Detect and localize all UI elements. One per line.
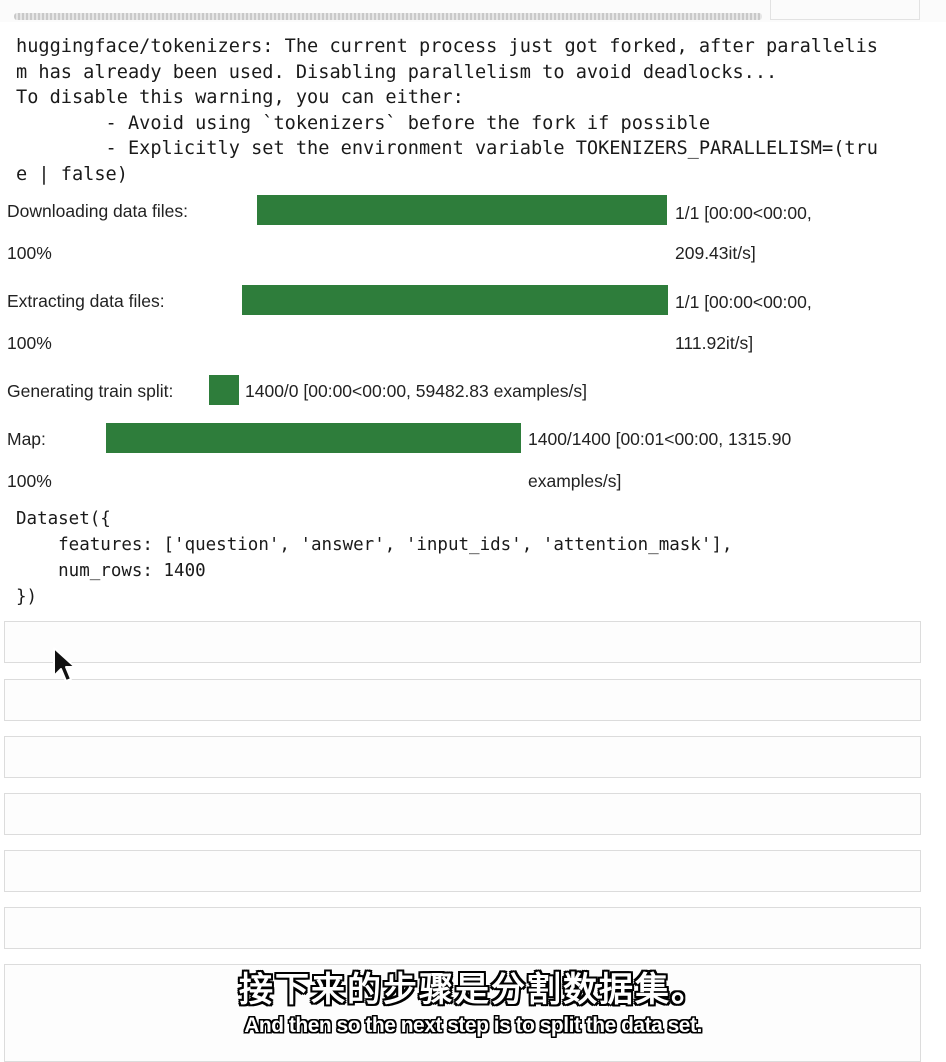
progress-percent: 100%: [7, 243, 52, 263]
progress-label: Downloading data files:: [7, 201, 188, 221]
empty-code-cell[interactable]: [4, 621, 921, 663]
progress-bar-fill: [209, 375, 239, 405]
horizontal-scrollbar[interactable]: [14, 13, 762, 20]
warning-line: To disable this warning, you can either:: [16, 87, 464, 108]
dataset-line: num_rows: 1400: [16, 561, 206, 581]
progress-stats: 1400/0 [00:00<00:00, 59482.83 examples/s…: [245, 381, 588, 401]
progress-bar-fill: [242, 285, 668, 315]
dataset-repr: Dataset({ features: ['question', 'answer…: [16, 506, 732, 610]
warning-line: - Explicitly set the environment variabl…: [16, 138, 878, 159]
dataset-line: features: ['question', 'answer', 'input_…: [16, 535, 733, 555]
mouse-pointer-icon: [53, 647, 76, 682]
previous-cell-edge: [770, 0, 920, 20]
progress-stats: 1/1 [00:00<00:00,: [675, 292, 812, 312]
subtitle-chinese: 接下来的步骤是分割数据集。: [239, 970, 707, 1010]
empty-code-cell[interactable]: [4, 736, 921, 778]
dataset-line: }): [16, 587, 38, 607]
empty-code-cell[interactable]: [4, 850, 921, 892]
progress-rate: 111.92it/s]: [675, 333, 754, 353]
subtitle-english: And then so the next step is to split th…: [244, 1014, 702, 1037]
progress-rate: examples/s]: [528, 471, 622, 491]
dataset-line: Dataset({: [16, 509, 111, 529]
warning-line: huggingface/tokenizers: The current proc…: [16, 36, 878, 57]
empty-code-cell[interactable]: [4, 907, 921, 949]
warning-line: m has already been used. Disabling paral…: [16, 61, 778, 83]
progress-percent: 100%: [7, 471, 52, 491]
progress-bar-fill: [257, 195, 667, 225]
previous-cell-strip: [0, 0, 946, 22]
tokenizers-warning: huggingface/tokenizers: The current proc…: [16, 34, 926, 187]
progress-label: Map:: [7, 429, 46, 449]
progress-stats: 1400/1400 [00:01<00:00, 1315.90: [528, 429, 792, 449]
warning-line: e | false): [16, 163, 128, 185]
progress-bar-fill: [106, 423, 521, 453]
progress-label: Extracting data files:: [7, 291, 165, 311]
progress-label: Generating train split:: [7, 381, 174, 401]
progress-stats: 1/1 [00:00<00:00,: [675, 203, 812, 223]
empty-code-cell[interactable]: [4, 793, 921, 835]
progress-percent: 100%: [7, 333, 52, 353]
empty-code-cell[interactable]: [4, 679, 921, 721]
warning-line: - Avoid using `tokenizers` before the fo…: [16, 112, 711, 134]
progress-rate: 209.43it/s]: [675, 243, 756, 263]
